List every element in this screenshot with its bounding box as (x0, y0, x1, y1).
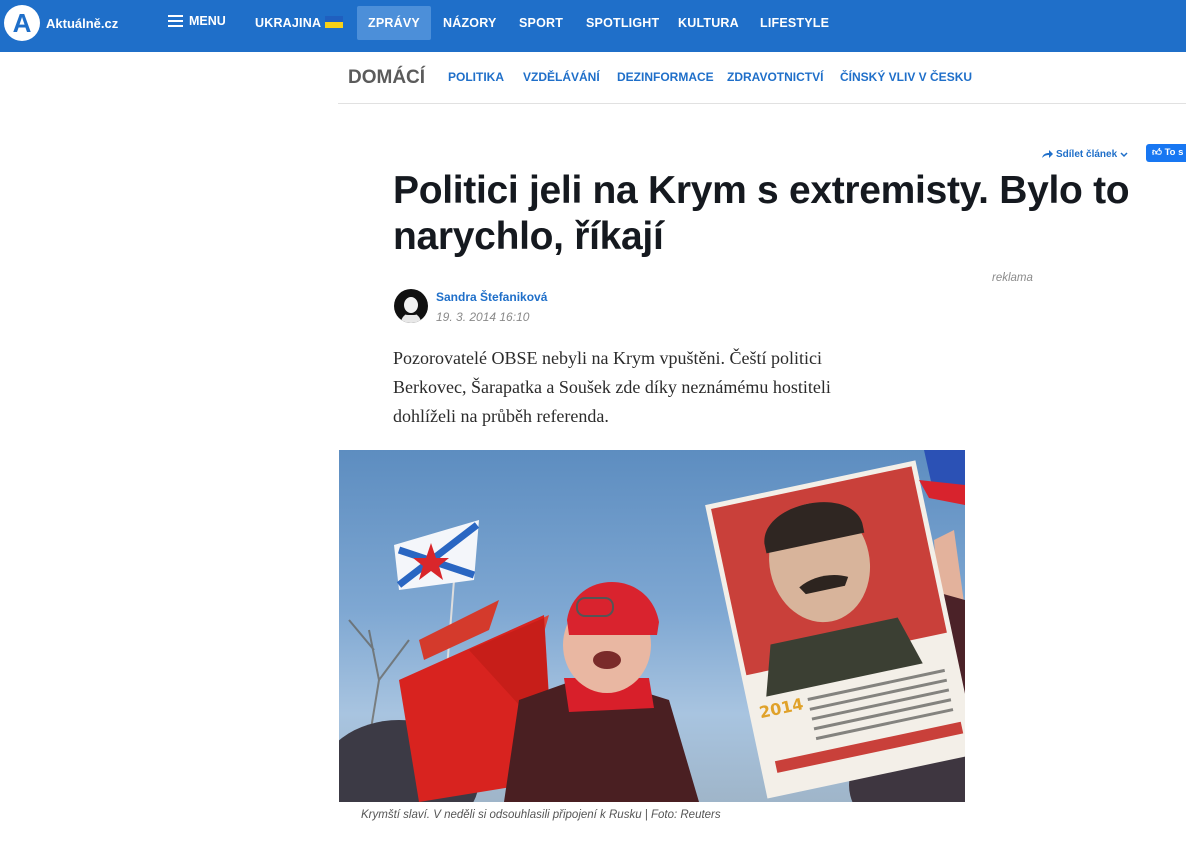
section-navigation: DOMÁCÍ POLITIKA VZDĚLÁVÁNÍ DEZINFORMACE … (338, 52, 1186, 104)
top-navigation-bar: A Aktuálně.cz MENU UKRAJINA ZPRÁVY NÁZOR… (0, 0, 1186, 52)
subnav-item-zdravotnictvi[interactable]: ZDRAVOTNICTVÍ (727, 70, 823, 84)
publish-date: 19. 3. 2014 16:10 (436, 310, 530, 324)
share-label: Sdílet článek (1056, 149, 1118, 160)
subnav-item-vzdelavani[interactable]: VZDĚLÁVÁNÍ (523, 70, 600, 84)
logo-text: Aktuálně.cz (46, 15, 119, 31)
ad-label: reklama (992, 272, 1033, 284)
hamburger-icon (168, 15, 183, 27)
logo-icon: A (4, 5, 40, 41)
nav-item-spotlight[interactable]: SPOTLIGHT (575, 6, 670, 40)
nav-item-nazory[interactable]: NÁZORY (432, 6, 508, 40)
share-icon (1042, 150, 1053, 158)
subnav-item-cinsky-vliv[interactable]: ČÍNSKÝ VLIV V ČESKU (840, 70, 972, 84)
ukraine-flag-icon (325, 16, 344, 28)
menu-label: MENU (189, 14, 226, 28)
subnav-item-dezinformace[interactable]: DEZINFORMACE (617, 70, 714, 84)
nav-item-lifestyle[interactable]: LIFESTYLE (749, 6, 840, 40)
facebook-like-label: To s (1164, 147, 1184, 158)
facebook-like-button[interactable]: 👍︎ To s (1146, 144, 1186, 162)
photo-illustration: 2014 (339, 450, 965, 802)
author-avatar[interactable] (394, 289, 428, 323)
nav-item-zpravy[interactable]: ZPRÁVY (357, 6, 431, 40)
thumbs-up-icon: 👍︎ (1152, 147, 1162, 158)
site-logo[interactable]: A Aktuálně.cz (4, 5, 118, 41)
author-name-link[interactable]: Sandra Štefaniková (436, 290, 547, 304)
subnav-item-politika[interactable]: POLITIKA (448, 70, 504, 84)
article-perex: Pozorovatelé OBSE nebyli na Krym vpuštěn… (393, 348, 831, 426)
nav-item-ukrajina[interactable]: UKRAJINA (244, 6, 354, 40)
nav-item-label: UKRAJINA (255, 16, 322, 30)
chevron-down-icon (1120, 151, 1128, 157)
photo-caption: Krymští slaví. V neděli si odsouhlasili … (361, 809, 721, 821)
share-article-button[interactable]: Sdílet článek (1042, 149, 1128, 160)
nav-item-sport[interactable]: SPORT (508, 6, 574, 40)
article-headline: Politici jeli na Krym s extremisty. Bylo… (393, 169, 1130, 258)
menu-button[interactable]: MENU (168, 14, 226, 28)
nav-item-kultura[interactable]: KULTURA (667, 6, 750, 40)
section-title[interactable]: DOMÁCÍ (348, 67, 425, 89)
article-photo[interactable]: 2014 (339, 450, 965, 802)
